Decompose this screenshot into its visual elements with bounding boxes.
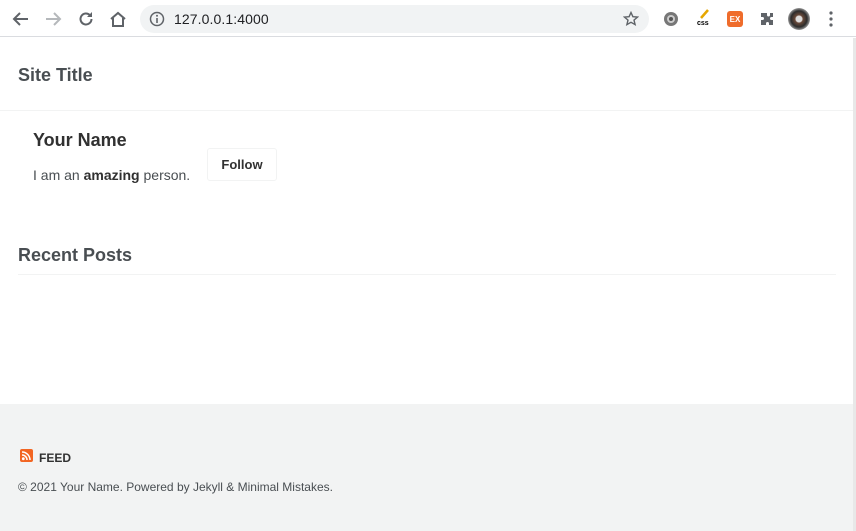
page-footer: FEED © 2021 Your Name. Powered by Jekyll… (0, 404, 853, 531)
css-extension-label: css (697, 20, 709, 27)
back-icon[interactable] (9, 7, 33, 31)
browser-toolbar: 127.0.0.1:4000 css EX (0, 0, 856, 37)
profile-avatar[interactable] (788, 8, 810, 30)
home-icon[interactable] (106, 7, 130, 31)
feed-link[interactable]: FEED (20, 449, 71, 467)
author-bio-suffix: person. (139, 167, 191, 183)
address-bar[interactable]: 127.0.0.1:4000 (140, 5, 649, 33)
menu-icon[interactable] (826, 10, 836, 33)
site-title-link[interactable]: Site Title (18, 65, 93, 86)
divider (18, 274, 836, 275)
author-bio-prefix: I am an (33, 167, 84, 183)
copyright-text: © 2021 Your Name. Powered by Jekyll & Mi… (18, 480, 333, 494)
author-name: Your Name (33, 130, 127, 150)
author-bio: I am an amazing person. (33, 167, 190, 183)
masthead: Site Title (0, 38, 853, 111)
url-text[interactable]: 127.0.0.1:4000 (174, 11, 269, 27)
ex-extension-icon[interactable]: EX (727, 11, 743, 27)
info-icon[interactable] (149, 11, 165, 32)
reload-icon[interactable] (74, 7, 98, 31)
follow-button[interactable]: Follow (207, 148, 277, 181)
feed-label[interactable]: FEED (39, 451, 71, 465)
recent-posts-heading: Recent Posts (18, 245, 133, 265)
css-extension-icon[interactable]: css (694, 9, 714, 29)
author-bio-bold: amazing (83, 167, 140, 183)
forward-icon[interactable] (41, 7, 65, 31)
rss-icon (20, 449, 33, 467)
settings-extension-icon[interactable] (661, 9, 681, 29)
extensions-icon[interactable] (757, 9, 777, 29)
bookmark-star-icon[interactable] (622, 10, 640, 32)
